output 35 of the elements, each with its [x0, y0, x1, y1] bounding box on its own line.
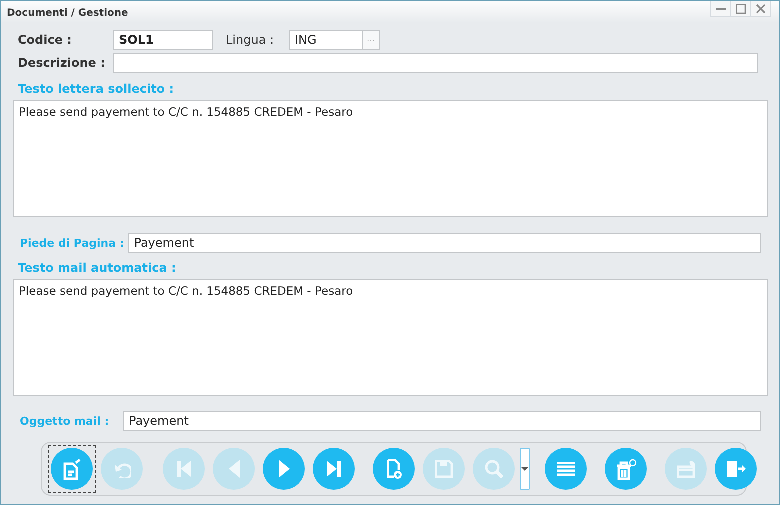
triangle-right-icon — [278, 460, 290, 478]
trash-icon — [616, 458, 636, 480]
code-field[interactable]: SOL1 — [113, 30, 213, 50]
mail-text-area[interactable]: Please send payement to C/C n. 154885 CREDEM - Pesaro — [13, 279, 768, 396]
field-label: Piede di Pagina : — [19, 236, 126, 250]
minimize-icon — [716, 8, 726, 10]
window-leaf-icon — [676, 460, 696, 478]
triangle-left-icon — [228, 460, 240, 478]
maximize-button[interactable] — [730, 1, 751, 17]
caret-icon — [521, 466, 529, 472]
list-icon — [557, 462, 575, 476]
dropdown-button[interactable] — [520, 448, 530, 490]
field-label: Lingua : — [226, 33, 276, 47]
document-plus-icon — [386, 459, 402, 479]
subject-field[interactable]: Payement — [123, 411, 761, 431]
section-label: Testo lettera sollecito : — [18, 82, 176, 97]
field-label: Oggetto mail : — [19, 414, 110, 428]
letter-text-area[interactable]: Please send payement to C/C n. 154885 CREDEM - Pesaro — [13, 100, 768, 217]
section-label: Testo mail automatica : — [18, 261, 178, 276]
footer-field[interactable]: Payement — [128, 233, 761, 253]
search-icon — [484, 460, 504, 478]
description-field[interactable] — [113, 53, 758, 73]
toolbar-button[interactable] — [48, 445, 96, 493]
close-button[interactable] — [750, 1, 771, 17]
window-title: Documenti / Gestione — [6, 7, 128, 19]
close-icon — [756, 4, 766, 14]
door-arrow-icon — [726, 461, 746, 477]
document-pencil-icon — [63, 458, 81, 480]
skip-back-icon — [177, 461, 191, 477]
minimize-button[interactable] — [710, 1, 731, 17]
maximize-icon — [736, 4, 746, 14]
language-field[interactable]: ING — [289, 30, 363, 50]
field-label: Descrizione : — [17, 56, 106, 70]
skip-forward-icon — [327, 461, 341, 477]
field-label: Codice : — [17, 33, 73, 47]
